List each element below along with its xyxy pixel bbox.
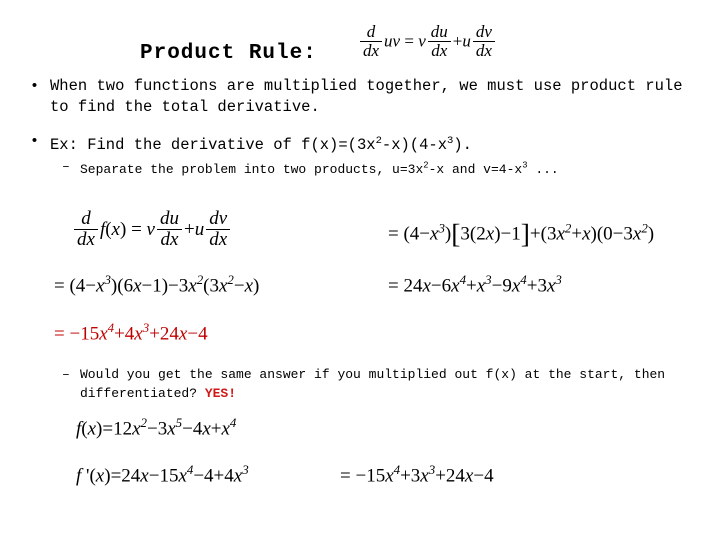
sub-bullet-marker: – <box>62 159 70 174</box>
bullet-marker: • <box>30 133 40 150</box>
bullet-2-text: Ex: Find the derivative of f(x)=(3x2-x)(… <box>50 135 472 155</box>
equation-8: = −15x4+3x3+24x−4 <box>340 462 494 487</box>
sub-bullet-1-text: Separate the problem into two products, … <box>80 161 559 178</box>
title-row: Product Rule: d dx uv = v du dx +u dv dx <box>0 20 720 72</box>
slide-canvas: Product Rule: d dx uv = v du dx +u dv dx • When… <box>0 0 720 540</box>
page-title: Product Rule: <box>140 42 317 65</box>
sub-bullet-1: – Separate the problem into two products… <box>22 157 702 179</box>
sub-bullet-2-text: Would you get the same answer if you mul… <box>80 367 666 401</box>
equation-3: = (4−x3)(6x−1)−3x2(3x2−x) <box>54 272 260 297</box>
equation-2: = (4−x3)[3(2x)−1]+(3x2+x)(0−3x2) <box>388 218 655 249</box>
sub-bullet-marker: – <box>62 367 70 382</box>
bullet-marker: • <box>30 78 40 95</box>
equation-7: f '(x)=24x−15x4−4+4x3 <box>76 462 249 487</box>
equation-4: = 24x−6x4+x3−9x4+3x3 <box>388 272 562 297</box>
equation-6: f(x)=12x2−3x5−4x+x4 <box>76 415 237 440</box>
sub-bullet-2: – Would you get the same answer if you m… <box>22 365 702 403</box>
yes-highlight: YES! <box>204 386 237 401</box>
bullet-2: • Ex: Find the derivative of f(x)=(3x2-x… <box>22 131 702 156</box>
bullet-1: • When two functions are multiplied toge… <box>22 76 702 118</box>
bullet-1-text: When two functions are multiplied togeth… <box>50 77 683 116</box>
equation-1: d dx f(x) = v du dx +u dv dx <box>72 209 232 251</box>
title-formula: d dx uv = v du dx +u dv dx <box>358 23 497 61</box>
equation-5: = −15x4+4x3+24x−4 <box>54 320 208 345</box>
